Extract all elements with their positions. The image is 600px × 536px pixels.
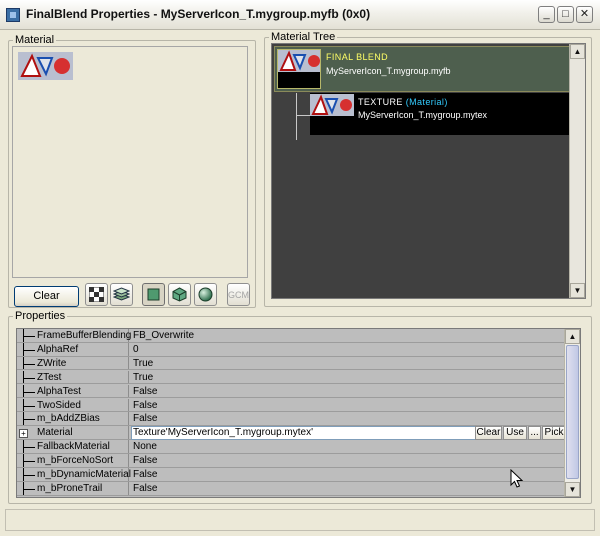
final-blend-thumbnail [277, 49, 321, 89]
tree-scrollbar[interactable]: ▲ ▼ [569, 44, 585, 298]
property-name: m_bProneTrail [35, 481, 129, 495]
property-name: AlphaTest [35, 384, 129, 398]
property-name: m_bAddZBias [35, 412, 129, 426]
property-name: TwoSided [35, 398, 129, 412]
property-name: Material [35, 426, 129, 439]
plane-icon [147, 288, 160, 301]
checker-background-button[interactable] [85, 283, 108, 306]
property-name: ZTest [35, 370, 129, 384]
property-row[interactable]: ZWrite True [17, 356, 566, 371]
property-row[interactable]: m_bForceNoSort False [17, 454, 566, 468]
texture-thumbnail [310, 94, 354, 116]
property-value[interactable]: False [131, 385, 566, 398]
property-row[interactable]: m_bProneTrail False [17, 481, 566, 496]
property-name: m_bForceNoSort [35, 454, 129, 467]
property-row[interactable]: m_bDynamicMaterial False [17, 468, 566, 482]
property-row[interactable]: AlphaRef 0 [17, 342, 566, 357]
property-row[interactable]: TwoSided False [17, 398, 566, 413]
tree-scroll-up-button[interactable]: ▲ [570, 44, 585, 59]
gcm-button[interactable]: GCM [227, 283, 250, 306]
sphere-preview-button[interactable] [194, 283, 217, 306]
layers-icon [113, 287, 130, 301]
tree-connector [296, 93, 297, 140]
property-name: ZWrite [35, 356, 129, 370]
property-name: FrameBufferBlending [37, 329, 132, 342]
final-blend-preview [278, 50, 320, 72]
properties-scrollbar[interactable]: ▲ ▼ [564, 329, 580, 497]
property-row-material[interactable]: + Material Texture'MyServerIcon_T.mygrou… [17, 426, 566, 441]
final-blend-filename: MyServerIcon_T.mygroup.myfb [326, 66, 451, 76]
material-use-button[interactable]: Use [503, 426, 527, 441]
properties-group-label: Properties [13, 310, 68, 322]
material-preview-panel [12, 46, 248, 278]
material-clear-button[interactable]: Clear [475, 426, 502, 441]
property-name: m_bDynamicMaterial [37, 468, 131, 481]
tree-node-final-blend[interactable]: FINAL BLEND MyServerIcon_T.mygroup.myfb [274, 46, 570, 92]
final-blend-title: FINAL BLEND [326, 52, 389, 62]
material-browse-button[interactable]: ... [528, 426, 541, 441]
sphere-icon [198, 287, 213, 302]
checkerboard-icon [89, 287, 104, 302]
material-tree-view[interactable]: FINAL BLEND MyServerIcon_T.mygroup.myfb … [271, 43, 586, 299]
property-row[interactable]: ZTest True [17, 370, 566, 385]
properties-scroll-down-button[interactable]: ▼ [565, 482, 580, 497]
texture-preview [310, 94, 354, 116]
material-group-label: Material [13, 34, 57, 46]
tree-node-texture[interactable]: TEXTURE (Material) MyServerIcon_T.mygrou… [310, 93, 570, 135]
texture-title: TEXTURE [358, 97, 403, 107]
property-value[interactable]: False [131, 454, 566, 467]
texture-filename: MyServerIcon_T.mygroup.mytex [358, 110, 488, 120]
property-row[interactable]: FallbackMaterial None [17, 440, 566, 454]
expand-material-icon[interactable]: + [19, 429, 28, 439]
property-value[interactable]: 0 [131, 343, 566, 356]
material-pick-button[interactable]: Pick [542, 426, 566, 441]
layers-button[interactable] [110, 283, 133, 306]
property-value[interactable]: FB_Overwrite [131, 329, 566, 342]
tree-scroll-down-button[interactable]: ▼ [570, 283, 585, 298]
plane-preview-button[interactable] [142, 283, 165, 306]
app-icon [6, 8, 20, 22]
properties-scroll-up-button[interactable]: ▲ [565, 329, 580, 344]
property-grid[interactable]: FrameBufferBlending FB_Overwrite AlphaRe… [16, 328, 581, 498]
properties-scroll-thumb[interactable] [566, 345, 579, 479]
clear-material-button[interactable]: Clear [14, 286, 79, 307]
maximize-button[interactable]: □ [557, 6, 574, 23]
material-value-input[interactable]: Texture'MyServerIcon_T.mygroup.mytex' [131, 426, 487, 441]
material-thumbnail [18, 52, 73, 80]
cube-preview-button[interactable] [168, 283, 191, 306]
property-value[interactable]: False [131, 468, 566, 481]
property-value[interactable]: False [131, 482, 566, 495]
close-button[interactable]: ✕ [576, 6, 593, 23]
texture-type-tag: (Material) [405, 97, 448, 107]
cube-icon [172, 287, 187, 302]
minimize-button[interactable]: _ [538, 6, 555, 23]
property-value[interactable]: True [131, 357, 566, 370]
property-value[interactable]: False [131, 399, 566, 412]
property-name: AlphaRef [35, 342, 129, 356]
window-title: FinalBlend Properties - MyServerIcon_T.m… [26, 7, 371, 21]
property-row[interactable]: FrameBufferBlending FB_Overwrite [17, 329, 566, 343]
status-bar [5, 509, 595, 531]
mouse-cursor-icon [510, 469, 524, 488]
property-value[interactable]: False [131, 412, 566, 425]
property-name: FallbackMaterial [35, 440, 129, 453]
tree-connector-branch [296, 115, 310, 116]
title-bar: FinalBlend Properties - MyServerIcon_T.m… [0, 0, 600, 30]
material-tree-group-label: Material Tree [269, 31, 338, 43]
property-row[interactable]: AlphaTest False [17, 384, 566, 399]
property-value[interactable]: True [131, 371, 566, 384]
property-value[interactable]: None [131, 440, 566, 453]
property-row[interactable]: m_bAddZBias False [17, 412, 566, 427]
